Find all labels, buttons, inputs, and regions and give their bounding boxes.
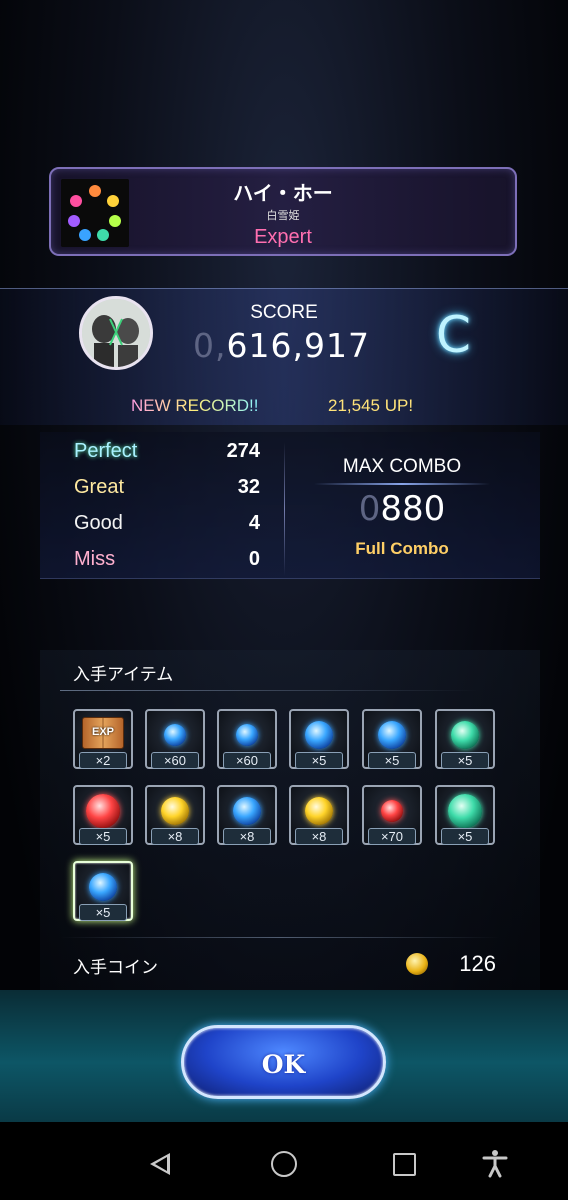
home-icon[interactable] [271, 1151, 297, 1177]
item-slot-new[interactable]: ×5 [73, 861, 133, 921]
blue-orb-icon [378, 720, 406, 749]
record-up-label: 21,545 UP! [328, 396, 414, 415]
ok-button-label: OK [261, 1050, 306, 1079]
red-orb-icon [381, 799, 403, 822]
song-difficulty: Expert [254, 226, 312, 248]
judgement-row-great: Great 32 [74, 476, 260, 506]
item-count: ×5 [368, 752, 416, 769]
items-heading: 入手アイテム [73, 665, 174, 685]
item-count: ×60 [151, 752, 199, 769]
items-heading-underline [60, 690, 480, 691]
item-count: ×5 [441, 828, 489, 845]
coin-divider [60, 937, 500, 938]
judgement-name: Perfect [74, 440, 138, 462]
song-info-panel: ハイ・ホー 白雪姫 Expert [49, 167, 517, 256]
item-slot[interactable]: ×70 [362, 785, 422, 845]
score-label: SCORE [250, 302, 318, 323]
blue-orb-icon [233, 796, 261, 825]
new-record-label: NEW RECORD!! [131, 396, 259, 415]
item-count: ×70 [368, 828, 416, 845]
item-slot[interactable]: EXP ×2 [73, 709, 133, 769]
judgement-count: 4 [248, 512, 260, 534]
combo-prefix: 0 [358, 489, 381, 529]
score-number: 616,917 [226, 326, 370, 365]
exp-label: EXP [91, 726, 114, 739]
item-slot[interactable]: ×5 [289, 709, 349, 769]
judgement-row-good: Good 4 [74, 512, 260, 542]
item-slot[interactable]: ×60 [145, 709, 205, 769]
item-slot[interactable]: ×5 [73, 785, 133, 845]
judgement-divider [284, 442, 285, 576]
judgement-name: Good [74, 512, 123, 534]
item-count: ×8 [151, 828, 199, 845]
item-slot[interactable]: ×8 [289, 785, 349, 845]
item-slot[interactable]: ×8 [217, 785, 277, 845]
recent-apps-icon[interactable] [393, 1153, 416, 1176]
back-icon[interactable] [150, 1153, 170, 1175]
combo-number: 880 [380, 489, 446, 529]
item-slot[interactable]: ×8 [145, 785, 205, 845]
exp-book-icon: EXP [82, 717, 124, 750]
coins-value: 126 [459, 951, 496, 976]
score-value: 0,616,917 [193, 326, 370, 365]
item-count: ×60 [223, 752, 271, 769]
blue-orb-icon [236, 723, 258, 746]
combo-underline [314, 483, 490, 485]
yellow-orb-icon [305, 796, 333, 825]
blue-orb-icon [164, 723, 186, 746]
item-count: ×8 [223, 828, 271, 845]
green-orb-icon [451, 720, 479, 749]
judgement-count: 32 [237, 476, 260, 498]
accessibility-icon[interactable] [480, 1148, 510, 1178]
green-orb-icon [448, 793, 482, 828]
max-combo-label: MAX COMBO [342, 456, 462, 477]
judgement-name: Miss [74, 548, 116, 570]
blue-orb-icon [305, 720, 333, 749]
item-slot[interactable]: ×60 [217, 709, 277, 769]
song-subtitle: 白雪姫 [266, 209, 300, 222]
item-count: ×8 [295, 828, 343, 845]
score-prefix: 0, [193, 326, 227, 365]
item-count: ×5 [79, 828, 127, 845]
item-slot[interactable]: ×5 [435, 785, 495, 845]
item-count: ×5 [441, 752, 489, 769]
item-count: ×5 [295, 752, 343, 769]
rank-grade: C [436, 306, 471, 364]
song-title: ハイ・ホー [233, 181, 333, 205]
judgement-row-perfect: Perfect 274 [74, 440, 260, 470]
item-slot[interactable]: ×5 [435, 709, 495, 769]
judgement-count: 0 [248, 548, 260, 570]
coin-icon [406, 953, 428, 975]
judgement-row-miss: Miss 0 [74, 548, 260, 578]
player-avatar [79, 296, 153, 370]
red-orb-icon [86, 793, 120, 828]
item-slot[interactable]: ×5 [362, 709, 422, 769]
max-combo-value: 0880 [314, 489, 490, 529]
ok-button[interactable]: OK [181, 1025, 386, 1099]
judgement-name: Great [74, 476, 125, 498]
item-count: ×5 [79, 904, 127, 921]
coins-label: 入手コイン [73, 958, 158, 978]
yellow-orb-icon [161, 796, 189, 825]
full-combo-label: Full Combo [355, 539, 449, 558]
item-count: ×2 [79, 752, 127, 769]
judgement-count: 274 [226, 440, 260, 462]
blue-orb-icon [89, 872, 117, 901]
